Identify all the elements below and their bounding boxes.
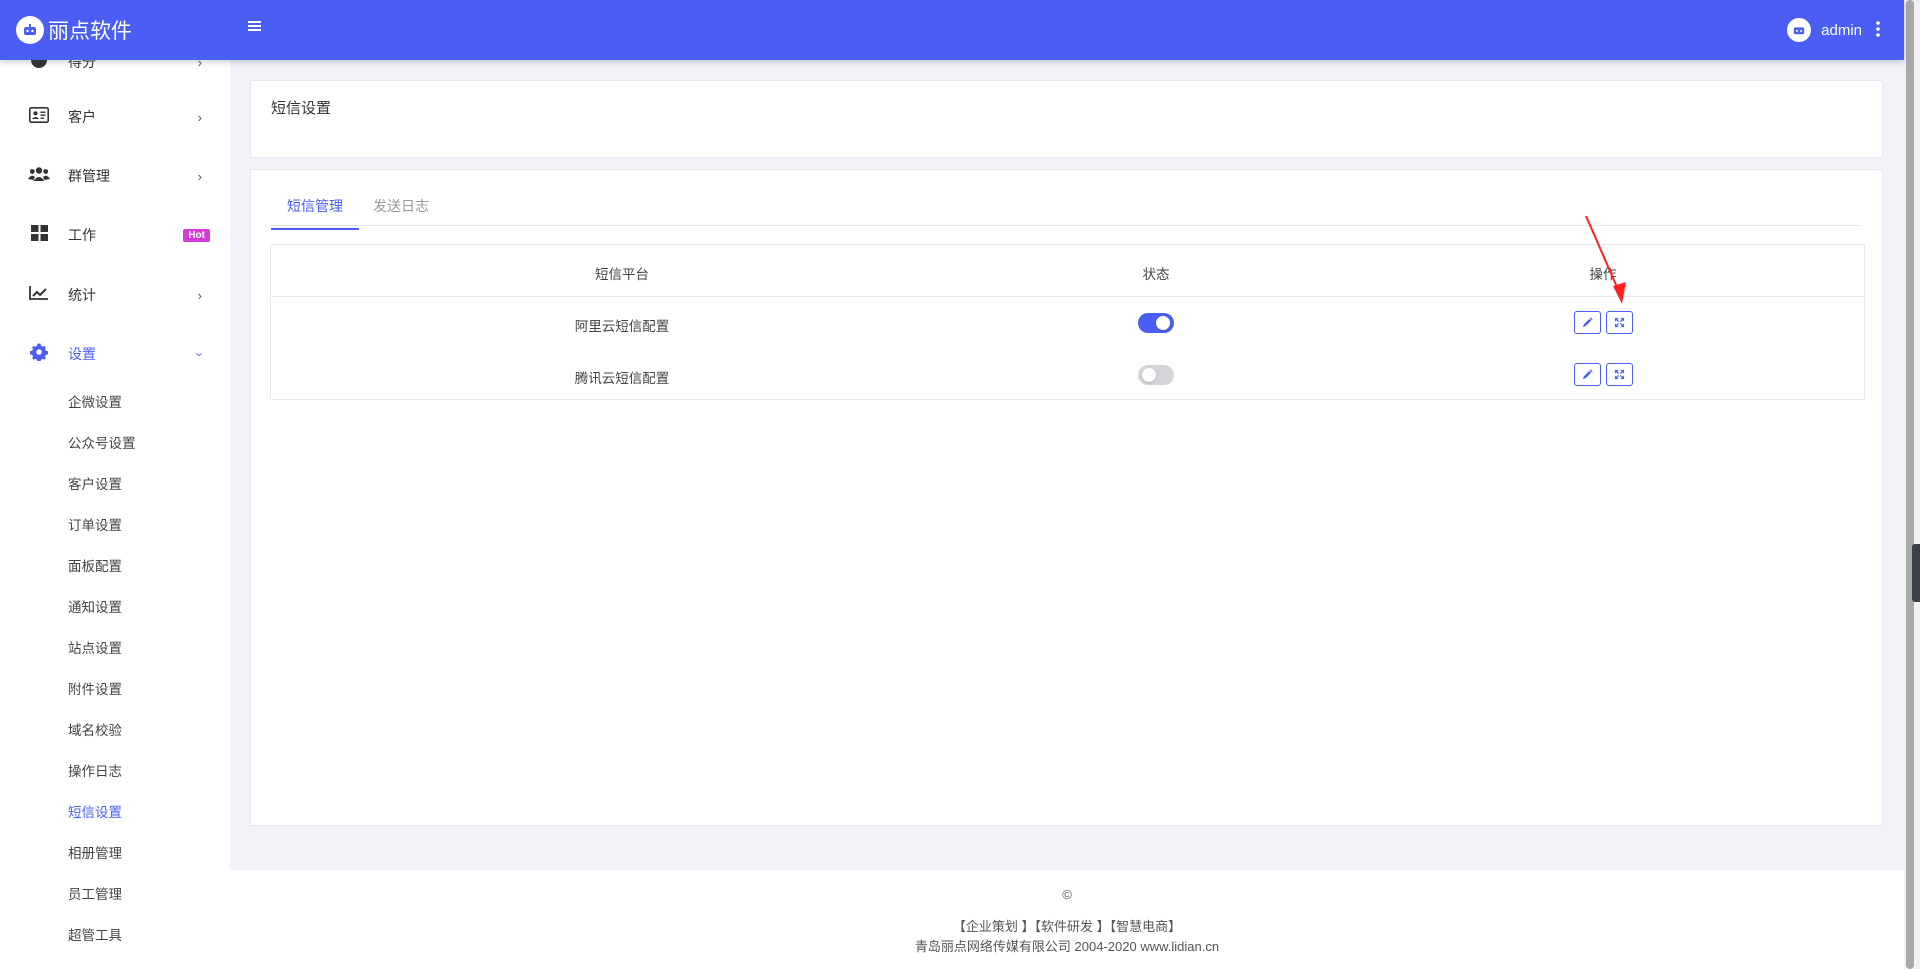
expand-button[interactable] — [1606, 363, 1633, 386]
sidebar-subitem-notification[interactable]: 通知设置 — [68, 596, 122, 616]
users-icon — [28, 166, 50, 187]
chevron-right-icon: › — [197, 287, 202, 303]
page-title: 短信设置 — [271, 100, 332, 117]
brand[interactable]: 丽点软件 — [0, 0, 230, 60]
sidebar-item-label: 工作 — [68, 227, 96, 243]
sidebar-subitem-attachment[interactable]: 附件设置 — [68, 678, 122, 698]
sidebar-item-work[interactable]: 工作 Hot — [0, 215, 230, 255]
table-cell-platform: 阿里云短信配置 — [574, 319, 670, 334]
copyright-symbol: © — [1062, 887, 1072, 902]
annotation-arrow-icon — [1585, 215, 1626, 304]
footer-links[interactable]: 【企业策划 】【软件研发 】【智慧电商】 — [230, 916, 1904, 935]
footer: © 【企业策划 】【软件研发 】【智慧电商】 青岛丽点网络传媒有限公司 2004… — [230, 870, 1904, 969]
sidebar-item-customer[interactable]: 客户 › — [0, 97, 230, 137]
sidebar-item-label: 客户 — [68, 109, 96, 125]
sidebar-subitem-domain-verify[interactable]: 域名校验 — [68, 719, 122, 739]
scrollbar-thumb[interactable] — [1906, 0, 1914, 969]
sidebar-item-label: 得分 — [68, 60, 96, 70]
sidebar-subitem-panel-config[interactable]: 面板配置 — [68, 555, 122, 575]
avatar[interactable] — [1787, 18, 1812, 42]
brand-logo-icon — [16, 16, 44, 44]
footer-company: 青岛丽点网络传媒有限公司 2004-2020 www.lidian.cn — [914, 939, 1220, 954]
more-vertical-icon[interactable] — [1876, 20, 1880, 40]
table-cell-platform: 腾讯云短信配置 — [574, 371, 670, 386]
sidebar-subitem-admin-tools[interactable]: 超管工具 — [68, 924, 122, 944]
expand-icon — [1614, 369, 1625, 380]
column-header-platform: 短信平台 — [595, 267, 649, 282]
sidebar-subitem-customer-settings[interactable]: 客户设置 — [68, 473, 122, 493]
user-name[interactable]: admin — [1821, 22, 1862, 39]
expand-icon — [1614, 317, 1625, 328]
side-widget-handle[interactable] — [1912, 544, 1920, 602]
chevron-right-icon: › — [197, 168, 202, 184]
chevron-down-icon: › — [192, 351, 208, 357]
sidebar-item-settings[interactable]: 设置 › — [0, 334, 230, 374]
column-header-status: 状态 — [1142, 267, 1170, 282]
tab-send-log[interactable]: 发送日志 — [357, 196, 445, 228]
top-bar: 丽点软件 admin — [0, 0, 1904, 60]
sidebar-subitem-operation-log[interactable]: 操作日志 — [68, 760, 122, 780]
status-toggle[interactable] — [1138, 365, 1174, 385]
grid-icon — [28, 224, 50, 246]
sidebar-item-group[interactable]: 群管理 › — [0, 156, 230, 196]
sidebar-subitem-official-account[interactable]: 公众号设置 — [68, 432, 136, 452]
sidebar-subitem-staff[interactable]: 员工管理 — [68, 883, 122, 903]
menu-toggle-icon[interactable] — [248, 19, 262, 37]
hot-badge: Hot — [183, 228, 210, 242]
chevron-right-icon: › — [197, 109, 202, 125]
sidebar: 得分 › 客户 › 群管理 › 工作 Hot 统计 › 设置 › 企微设置 公众… — [0, 60, 230, 969]
sidebar-subitem-album[interactable]: 相册管理 — [68, 842, 122, 862]
pencil-icon — [1582, 317, 1593, 328]
tab-sms-management[interactable]: 短信管理 — [271, 196, 359, 230]
pencil-icon — [1582, 369, 1593, 380]
page-header-card: 短信设置 — [250, 80, 1883, 158]
gear-icon — [28, 343, 50, 366]
user-menu[interactable]: admin — [1787, 0, 1880, 60]
edit-button[interactable] — [1574, 311, 1601, 334]
status-toggle[interactable] — [1138, 313, 1174, 333]
sidebar-subitem-sms-settings[interactable]: 短信设置 — [68, 801, 122, 821]
sidebar-item-label: 设置 — [68, 346, 96, 362]
sidebar-subitem-order-settings[interactable]: 订单设置 — [68, 514, 122, 534]
id-card-icon — [28, 106, 50, 128]
expand-button[interactable] — [1606, 311, 1633, 334]
sidebar-subitem-site[interactable]: 站点设置 — [68, 637, 122, 657]
edit-button[interactable] — [1574, 363, 1601, 386]
chevron-right-icon: › — [197, 60, 202, 70]
sidebar-item-partial[interactable]: 得分 › — [0, 60, 230, 82]
sidebar-item-stats[interactable]: 统计 › — [0, 275, 230, 315]
sidebar-item-label: 统计 — [68, 287, 96, 303]
sidebar-item-label: 群管理 — [68, 168, 110, 184]
brand-name: 丽点软件 — [48, 19, 132, 43]
chart-line-icon — [28, 285, 50, 306]
circle-icon — [28, 60, 50, 74]
sidebar-subitem-wecom[interactable]: 企微设置 — [68, 391, 122, 411]
